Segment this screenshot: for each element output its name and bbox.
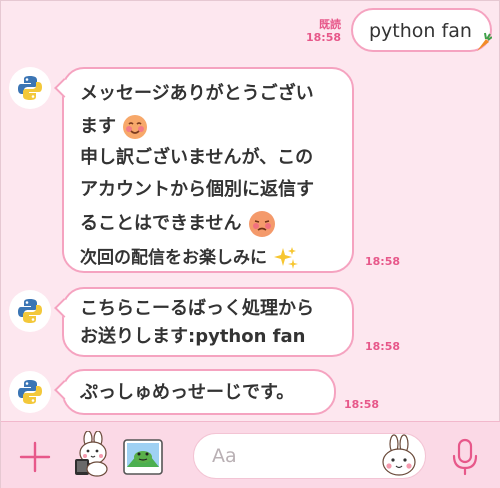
message-line: お送りします:python fan	[80, 326, 306, 347]
incoming-time: 18:58	[365, 255, 401, 268]
microphone-icon[interactable]	[451, 438, 479, 476]
outgoing-meta: 既読 18:58	[305, 18, 341, 44]
carrot-icon	[477, 32, 492, 51]
python-logo-icon[interactable]	[9, 371, 51, 413]
message-line-text: 次回の配信をお楽しみに	[80, 248, 267, 268]
chat-area: 既読 18:58 python fan メッセージありがとうござい ます 申し訳…	[1, 1, 500, 421]
message-line-with-emoji: ます	[80, 110, 352, 143]
smiling-face-icon	[123, 115, 148, 139]
message-line: こちらこーるばっく処理から	[80, 298, 314, 319]
outgoing-time: 18:58	[305, 31, 341, 44]
bunny-face-icon[interactable]	[377, 434, 421, 480]
message-line-text: ます	[80, 116, 116, 137]
incoming-message-bubble[interactable]: メッセージありがとうござい ます 申し訳ございませんが、この アカウントから個別…	[62, 67, 354, 273]
photo-icon[interactable]	[123, 439, 163, 475]
message-line-with-emoji: ることはできません	[80, 207, 352, 241]
message-line-with-emoji: 次回の配信をお楽しみに	[80, 241, 352, 275]
message-line: メッセージありがとうござい	[80, 83, 314, 104]
outgoing-message-text: python fan	[369, 20, 472, 42]
python-logo-icon[interactable]	[9, 67, 51, 109]
sad-face-icon	[248, 211, 275, 237]
incoming-time: 18:58	[365, 340, 401, 353]
message-line-text: ることはできません	[80, 213, 242, 234]
message-line: ぷっしゅめっせーじです。	[80, 382, 295, 403]
incoming-message-bubble[interactable]: こちらこーるばっく処理から お送りします:python fan	[62, 287, 354, 357]
sticker-icon[interactable]	[69, 431, 115, 477]
incoming-time: 18:58	[344, 398, 380, 411]
outgoing-message-bubble[interactable]: python fan	[351, 8, 492, 52]
message-input[interactable]: Aa	[193, 433, 426, 479]
message-input-placeholder: Aa	[212, 445, 237, 467]
message-line: 申し訳ございませんが、この	[80, 147, 314, 168]
message-line: アカウントから個別に返信す	[80, 179, 314, 200]
plus-icon[interactable]	[19, 441, 51, 473]
python-logo-icon[interactable]	[9, 290, 51, 332]
incoming-message-bubble[interactable]: ぷっしゅめっせーじです。	[62, 369, 336, 415]
sparkles-icon	[273, 247, 298, 269]
read-receipt: 既読	[319, 18, 341, 31]
